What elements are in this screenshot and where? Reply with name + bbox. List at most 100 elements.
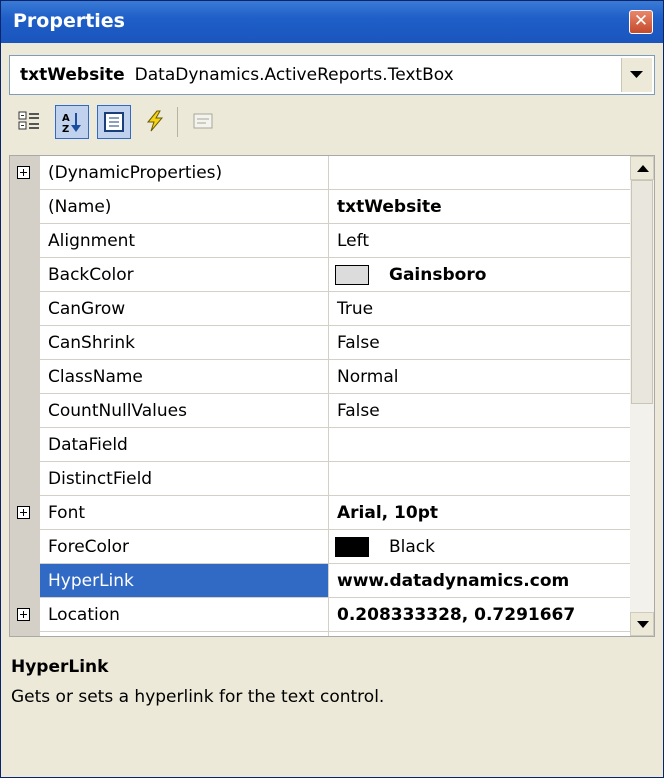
property-value-cell[interactable]: 0.208333328, 0.7291667	[329, 598, 630, 632]
events-icon	[146, 110, 164, 132]
property-row[interactable]: DistinctField	[10, 462, 630, 496]
property-name-cell[interactable]: Alignment	[40, 224, 329, 258]
property-value: True	[337, 299, 374, 319]
property-row[interactable]: CountNullValues False	[10, 394, 630, 428]
property-value-cell[interactable]: True	[329, 632, 630, 636]
property-name: CanShrink	[48, 333, 135, 353]
title-bar[interactable]: Properties ✕	[1, 1, 663, 43]
property-value: Normal	[337, 367, 399, 387]
property-value-cell[interactable]: False	[329, 394, 630, 428]
property-row[interactable]: CanShrink False	[10, 326, 630, 360]
property-name: Location	[48, 605, 120, 625]
scroll-down-button[interactable]	[630, 612, 654, 636]
events-button[interactable]	[139, 105, 173, 139]
property-name-cell[interactable]: ForeColor	[40, 530, 329, 564]
property-name: CanGrow	[48, 299, 126, 319]
property-row[interactable]: CanGrow True	[10, 292, 630, 326]
property-row[interactable]: ClassName Normal	[10, 360, 630, 394]
properties-icon	[104, 112, 124, 132]
property-value: False	[337, 333, 380, 353]
alphabetical-icon: A Z	[62, 113, 81, 133]
property-name: DataField	[48, 435, 128, 455]
properties-window: Properties ✕ txtWebsite DataDynamics.Acti…	[0, 0, 664, 778]
property-value-cell[interactable]: False	[329, 326, 630, 360]
property-value-cell[interactable]: Black	[329, 530, 630, 564]
scroll-up-button[interactable]	[630, 156, 654, 180]
property-pages-button	[187, 105, 221, 139]
vertical-scrollbar[interactable]	[630, 156, 654, 636]
categorized-icon	[18, 111, 39, 130]
scroll-thumb[interactable]	[631, 180, 653, 404]
property-row[interactable]: ForeColor Black	[10, 530, 630, 564]
property-name: Font	[48, 503, 86, 523]
property-name-cell[interactable]: BackColor	[40, 258, 329, 292]
property-row[interactable]: (Name) txtWebsite	[10, 190, 630, 224]
window-title: Properties	[13, 10, 125, 32]
property-value-cell[interactable]	[329, 462, 630, 496]
property-row[interactable]: DataField	[10, 428, 630, 462]
property-row[interactable]: Font Arial, 10pt	[10, 496, 630, 530]
property-name-cell[interactable]: CanGrow	[40, 292, 329, 326]
property-value: Arial, 10pt	[337, 503, 438, 523]
property-value-cell[interactable]: Gainsboro	[329, 258, 630, 292]
property-name-cell[interactable]: DistinctField	[40, 462, 329, 496]
property-value: Black	[389, 537, 435, 557]
property-row[interactable]: Alignment Left	[10, 224, 630, 258]
property-value-cell[interactable]: True	[329, 292, 630, 326]
property-value-cell[interactable]	[329, 156, 630, 190]
property-name: BackColor	[48, 265, 134, 285]
property-name-cell[interactable]: CountNullValues	[40, 394, 329, 428]
property-value: Left	[337, 231, 369, 251]
categorized-button[interactable]	[13, 105, 47, 139]
property-name: ClassName	[48, 367, 143, 387]
alphabetical-button[interactable]: A Z	[55, 105, 89, 139]
property-value-cell[interactable]: www.datadynamics.com	[329, 564, 630, 598]
property-value-cell[interactable]	[329, 428, 630, 462]
property-name: DistinctField	[48, 469, 153, 489]
property-name: ForeColor	[48, 537, 130, 557]
svg-text:A: A	[62, 113, 70, 124]
toolbar-separator	[177, 107, 178, 137]
arrow-up-icon	[637, 165, 649, 172]
property-name-cell[interactable]: CanShrink	[40, 326, 329, 360]
property-row[interactable]: Location 0.208333328, 0.7291667	[10, 598, 630, 632]
property-pages-icon	[193, 113, 213, 129]
property-name: CountNullValues	[48, 401, 187, 421]
property-row[interactable]: MultiLineTrue	[10, 632, 630, 636]
svg-text:Z: Z	[62, 124, 69, 133]
property-row[interactable]: BackColor Gainsboro	[10, 258, 630, 292]
property-name-cell[interactable]: MultiLine	[40, 632, 329, 636]
object-selector[interactable]: txtWebsite DataDynamics.ActiveReports.Tex…	[9, 55, 655, 95]
property-name-cell[interactable]: HyperLink	[40, 564, 329, 598]
close-icon: ✕	[633, 11, 649, 31]
expand-plus-icon[interactable]	[17, 166, 30, 179]
properties-button[interactable]	[97, 105, 131, 139]
object-name: txtWebsite	[20, 65, 125, 85]
property-name-cell[interactable]: Location	[40, 598, 329, 632]
property-row[interactable]: HyperLink www.datadynamics.com	[10, 564, 630, 598]
property-grid: (DynamicProperties) (Name) txtWebsite Align…	[9, 155, 655, 637]
description-text: Gets or sets a hyperlink for the text co…	[11, 687, 385, 707]
property-name: Alignment	[48, 231, 136, 251]
dropdown-button[interactable]	[621, 58, 652, 92]
property-name-cell[interactable]: (DynamicProperties)	[40, 156, 329, 190]
property-name: (Name)	[48, 197, 112, 217]
expand-plus-icon[interactable]	[17, 506, 30, 519]
property-value: www.datadynamics.com	[337, 571, 570, 591]
color-swatch	[335, 537, 369, 557]
property-value-cell[interactable]: Left	[329, 224, 630, 258]
color-swatch	[335, 265, 369, 285]
property-value-cell[interactable]: Arial, 10pt	[329, 496, 630, 530]
property-value: False	[337, 401, 380, 421]
property-value-cell[interactable]: txtWebsite	[329, 190, 630, 224]
expand-plus-icon[interactable]	[17, 608, 30, 621]
property-name-cell[interactable]: Font	[40, 496, 329, 530]
property-name-cell[interactable]: (Name)	[40, 190, 329, 224]
property-row[interactable]: (DynamicProperties)	[10, 156, 630, 190]
property-value-cell[interactable]: Normal	[329, 360, 630, 394]
close-button[interactable]: ✕	[629, 10, 653, 34]
description-pane: HyperLink Gets or sets a hyperlink for t…	[9, 647, 655, 769]
chevron-down-icon	[630, 71, 643, 78]
property-name-cell[interactable]: DataField	[40, 428, 329, 462]
property-name-cell[interactable]: ClassName	[40, 360, 329, 394]
